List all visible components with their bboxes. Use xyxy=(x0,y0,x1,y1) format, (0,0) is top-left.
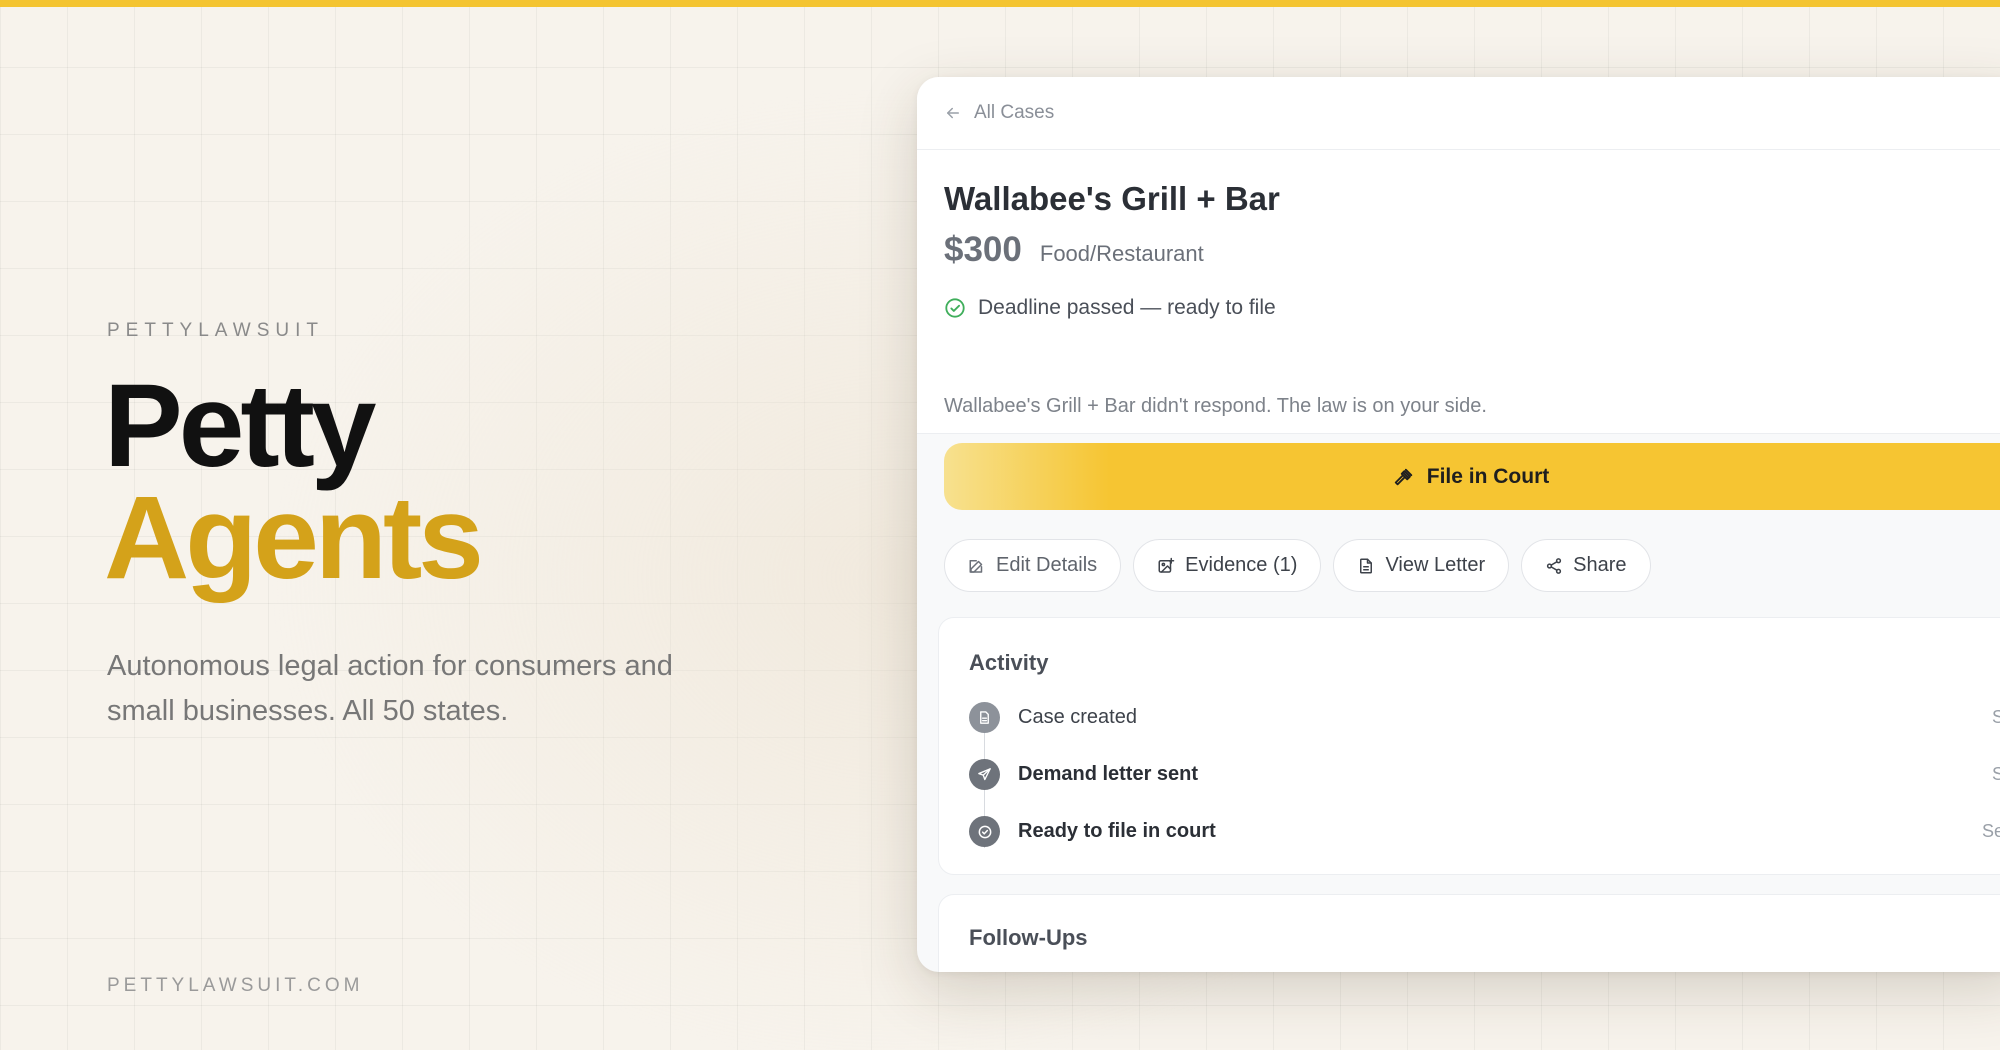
view-letter-label: View Letter xyxy=(1385,554,1486,576)
activity-panel: Activity Case created Sep 7 Demand lette… xyxy=(938,617,2000,875)
document-icon xyxy=(969,702,1000,733)
top-accent-bar xyxy=(0,0,2000,7)
evidence-label: Evidence (1) xyxy=(1185,554,1298,576)
followups-title: Follow-Ups xyxy=(969,925,1088,950)
document-icon xyxy=(1360,558,1373,573)
back-nav[interactable]: All Cases xyxy=(917,77,2000,150)
case-header: Wallabee's Grill + Bar $300 Food/Restaur… xyxy=(917,150,2000,434)
notice-text: Wallabee's Grill + Bar didn't respond. T… xyxy=(944,395,1487,417)
activity-label: Ready to file in court xyxy=(1018,820,1216,842)
image-add-icon xyxy=(1158,557,1175,573)
followups-panel: Follow-Ups xyxy=(938,894,2000,972)
hero-subtitle: Autonomous legal action for consumers an… xyxy=(107,650,673,727)
check-circle-icon xyxy=(945,298,965,318)
brand-label: PETTYLAWSUIT xyxy=(107,320,324,341)
share-icon xyxy=(1547,557,1562,574)
activity-date: Sep 21 xyxy=(1981,821,2000,841)
hero-title: Petty Agents xyxy=(104,360,484,604)
share-label: Share xyxy=(1573,554,1627,576)
back-link-label[interactable]: All Cases xyxy=(974,102,1054,124)
case-category: Food/Restaurant xyxy=(1039,241,1204,266)
status-text: Deadline passed — ready to file xyxy=(978,296,1276,319)
hero-title-line1: Petty xyxy=(104,360,377,492)
case-title: Wallabee's Grill + Bar xyxy=(944,180,1280,217)
view-letter-button[interactable]: View Letter xyxy=(1333,539,1510,592)
activity-date: Sep 7 xyxy=(1991,707,2000,727)
edit-details-label: Edit Details xyxy=(996,554,1098,576)
case-card: All Cases Wallabee's Grill + Bar $300 Fo… xyxy=(917,77,2000,972)
activity-date: Sep 7 xyxy=(1991,764,2000,784)
activity-item: Case created Sep 7 xyxy=(969,702,2000,733)
status-row: Deadline passed — ready to file xyxy=(944,296,2000,320)
file-in-court-button[interactable]: File in Court xyxy=(944,443,2000,510)
site-url: PETTYLAWSUIT.COM xyxy=(107,975,364,996)
activity-label: Demand letter sent xyxy=(1018,763,1199,785)
activity-item: Demand letter sent Sep 7 xyxy=(969,759,2000,790)
action-chips: Edit Details Evidence (1) View Letter Sh… xyxy=(944,539,1651,592)
gavel-icon xyxy=(1394,468,1412,485)
send-icon xyxy=(969,759,1000,790)
activity-title: Activity xyxy=(969,650,1049,675)
amount-row: $300 Food/Restaurant xyxy=(944,230,2000,270)
file-in-court-label: File in Court xyxy=(1426,464,1550,488)
case-amount: $300 xyxy=(944,230,1022,269)
check-circle-icon xyxy=(969,816,1000,847)
activity-item: Ready to file in court Sep 21 xyxy=(969,816,2000,847)
share-button[interactable]: Share xyxy=(1521,539,1651,592)
activity-label: Case created xyxy=(1018,706,1137,728)
edit-details-button[interactable]: Edit Details xyxy=(944,539,1122,592)
arrow-left-icon xyxy=(947,107,959,119)
hero-title-line2: Agents xyxy=(104,472,484,604)
edit-icon xyxy=(969,559,983,573)
evidence-button[interactable]: Evidence (1) xyxy=(1133,539,1322,592)
